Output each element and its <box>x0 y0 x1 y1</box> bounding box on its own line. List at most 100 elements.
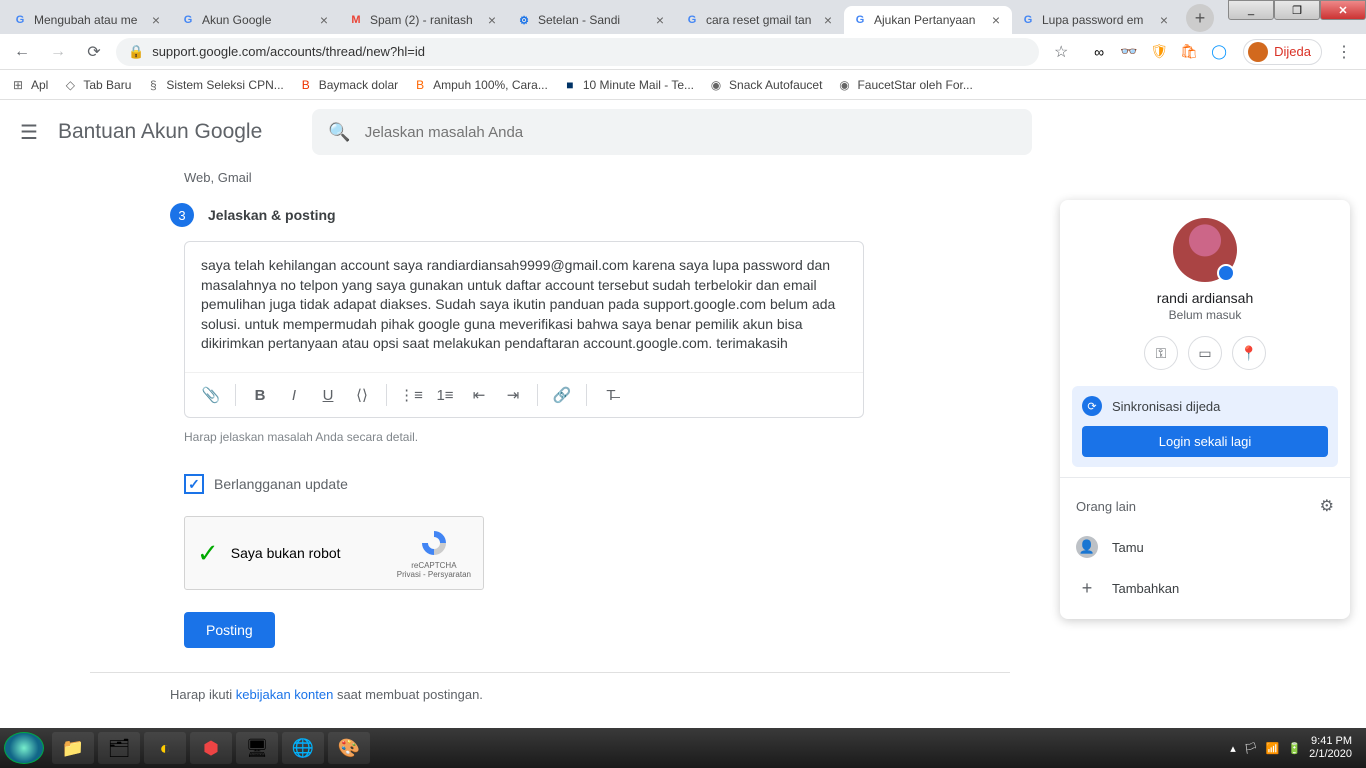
ext-icon-circle[interactable]: ◯ <box>1209 42 1229 62</box>
tab-favicon: G <box>12 12 28 28</box>
recaptcha-widget[interactable]: ✓ Saya bukan robot reCAPTCHA Privasi - P… <box>184 516 484 590</box>
indent-button[interactable]: ⇥ <box>497 379 529 411</box>
extension-icons: ∞ 👓 🛡 🛍 ◯ <box>1083 42 1235 62</box>
key-icon[interactable]: ⚿ <box>1144 336 1178 370</box>
subscribe-checkbox[interactable]: ✓ <box>184 474 204 494</box>
page-content: ☰ Bantuan Akun Google 🔍 Web, Gmail 3 Jel… <box>0 100 1366 728</box>
ext-icon-shield[interactable]: 🛡 <box>1149 42 1169 62</box>
attach-icon[interactable]: 📎 <box>195 379 227 411</box>
window-maximize[interactable]: ❐ <box>1274 0 1320 20</box>
bookmark-2[interactable]: §Sistem Seleksi CPN... <box>145 77 283 93</box>
payment-icon[interactable]: ▭ <box>1188 336 1222 370</box>
support-header: ☰ Bantuan Akun Google 🔍 <box>0 100 1366 164</box>
outdent-button[interactable]: ⇤ <box>463 379 495 411</box>
editor-textarea[interactable]: saya telah kehilangan account saya randi… <box>185 242 863 372</box>
tab-6[interactable]: GLupa password em× <box>1012 6 1180 34</box>
taskbar-app-4[interactable]: ⬢ <box>190 732 232 764</box>
gear-icon[interactable]: ⚙ <box>1320 496 1334 516</box>
tab-2[interactable]: MSpam (2) - ranitash× <box>340 6 508 34</box>
reload-button[interactable]: ⟳ <box>80 38 108 66</box>
chrome-menu[interactable]: ⋮ <box>1330 38 1358 66</box>
add-profile-item[interactable]: + Tambahkan <box>1060 568 1350 609</box>
taskbar-app-5[interactable]: 🖥 <box>236 732 278 764</box>
bookmark-icon: ◇ <box>62 77 78 93</box>
clear-format-button[interactable]: T̶ <box>595 379 627 411</box>
tab-4[interactable]: Gcara reset gmail tan× <box>676 6 844 34</box>
forward-button[interactable]: → <box>44 38 72 66</box>
lock-icon: 🔒 <box>128 44 144 60</box>
ext-icon-incognito[interactable]: 👓 <box>1119 42 1139 62</box>
profile-status: Belum masuk <box>1060 308 1350 322</box>
tab-close-icon[interactable]: × <box>1156 12 1172 28</box>
ext-icon-cart[interactable]: 🛍 <box>1179 42 1199 62</box>
bookmark-7[interactable]: ◉FaucetStar oleh For... <box>836 77 972 93</box>
taskbar-app-explorer[interactable]: 📁 <box>52 732 94 764</box>
url-input[interactable]: 🔒 support.google.com/accounts/thread/new… <box>116 38 1039 66</box>
window-close[interactable]: ✕ <box>1320 0 1366 20</box>
star-button[interactable]: ☆ <box>1047 38 1075 66</box>
tab-0[interactable]: GMengubah atau me× <box>4 6 172 34</box>
tab-favicon: G <box>852 12 868 28</box>
tab-1[interactable]: GAkun Google× <box>172 6 340 34</box>
bookmark-0[interactable]: ⊞Apl <box>10 77 48 93</box>
italic-button[interactable]: I <box>278 379 310 411</box>
tab-3[interactable]: ⚙Setelan - Sandi× <box>508 6 676 34</box>
guest-icon: 👤 <box>1076 536 1098 558</box>
post-button[interactable]: Posting <box>184 612 275 648</box>
start-button[interactable] <box>4 732 44 764</box>
bookmark-5[interactable]: ■10 Minute Mail - Te... <box>562 77 694 93</box>
sync-icon: ⟳ <box>1082 396 1102 416</box>
new-tab-button[interactable]: + <box>1186 4 1214 32</box>
taskbar-app-folder[interactable]: 🗂 <box>98 732 140 764</box>
post-editor: saya telah kehilangan account saya randi… <box>184 241 864 418</box>
code-button[interactable]: ⟨⟩ <box>346 379 378 411</box>
tray-battery-icon[interactable]: 🔋 <box>1287 742 1301 755</box>
profile-menu: randi ardiansah Belum masuk ⚿ ▭ 📍 ⟳ Sink… <box>1060 200 1350 619</box>
menu-icon[interactable]: ☰ <box>20 120 38 145</box>
back-button[interactable]: ← <box>8 38 36 66</box>
tab-close-icon[interactable]: × <box>148 12 164 28</box>
taskbar: 📁 🗂 ◐ ⬢ 🖥 🌐 🎨 ▴ 🏳 📶 🔋 9:41 PM 2/1/2020 <box>0 728 1366 768</box>
search-input[interactable] <box>365 124 1017 141</box>
guest-item[interactable]: 👤 Tamu <box>1060 526 1350 568</box>
bookmark-icon: B <box>298 77 314 93</box>
tab-close-icon[interactable]: × <box>820 12 836 28</box>
clock[interactable]: 9:41 PM 2/1/2020 <box>1309 735 1352 761</box>
tray-flag-icon[interactable]: 🏳 <box>1244 742 1258 755</box>
tab-close-icon[interactable]: × <box>988 12 1004 28</box>
search-box[interactable]: 🔍 <box>312 109 1032 155</box>
tab-close-icon[interactable]: × <box>316 12 332 28</box>
bookmarks-bar: ⊞Apl ◇Tab Baru §Sistem Seleksi CPN... BBaym… <box>0 70 1366 100</box>
taskbar-app-chrome[interactable]: 🌐 <box>282 732 324 764</box>
bullet-list-button[interactable]: ⋮≡ <box>395 379 427 411</box>
recaptcha-logo-icon <box>418 527 450 559</box>
bookmark-3[interactable]: BBaymack dolar <box>298 77 398 93</box>
tab-close-icon[interactable]: × <box>484 12 500 28</box>
ext-icon-1[interactable]: ∞ <box>1089 42 1109 62</box>
profile-chip[interactable]: Dijeda <box>1243 39 1322 65</box>
link-button[interactable]: 🔗 <box>546 379 578 411</box>
login-button[interactable]: Login sekali lagi <box>1082 426 1328 457</box>
bookmark-6[interactable]: ◉Snack Autofaucet <box>708 77 822 93</box>
window-minimize[interactable]: _ <box>1228 0 1274 20</box>
tab-strip: GMengubah atau me×GAkun Google×MSpam (2)… <box>0 0 1366 34</box>
taskbar-app-3[interactable]: ◐ <box>144 732 186 764</box>
tray-network-icon[interactable]: 📶 <box>1266 742 1280 755</box>
bold-button[interactable]: B <box>244 379 276 411</box>
page-title: Bantuan Akun Google <box>58 120 262 144</box>
number-list-button[interactable]: 1≡ <box>429 379 461 411</box>
recaptcha-badge: reCAPTCHA Privasi - Persyaratan <box>397 527 471 579</box>
tray-chevron-icon[interactable]: ▴ <box>1230 742 1236 755</box>
bookmark-1[interactable]: ◇Tab Baru <box>62 77 131 93</box>
profile-name: randi ardiansah <box>1060 290 1350 306</box>
underline-button[interactable]: U <box>312 379 344 411</box>
bookmark-4[interactable]: BAmpuh 100%, Cara... <box>412 77 548 93</box>
editor-toolbar: 📎 B I U ⟨⟩ ⋮≡ 1≡ ⇤ ⇥ 🔗 T̶ <box>185 372 863 417</box>
step-number: 3 <box>170 203 194 227</box>
policy-link[interactable]: kebijakan konten <box>236 687 334 702</box>
tab-close-icon[interactable]: × <box>652 12 668 28</box>
location-icon[interactable]: 📍 <box>1232 336 1266 370</box>
profile-chip-label: Dijeda <box>1274 44 1311 59</box>
taskbar-app-paint[interactable]: 🎨 <box>328 732 370 764</box>
tab-5[interactable]: GAjukan Pertanyaan× <box>844 6 1012 34</box>
